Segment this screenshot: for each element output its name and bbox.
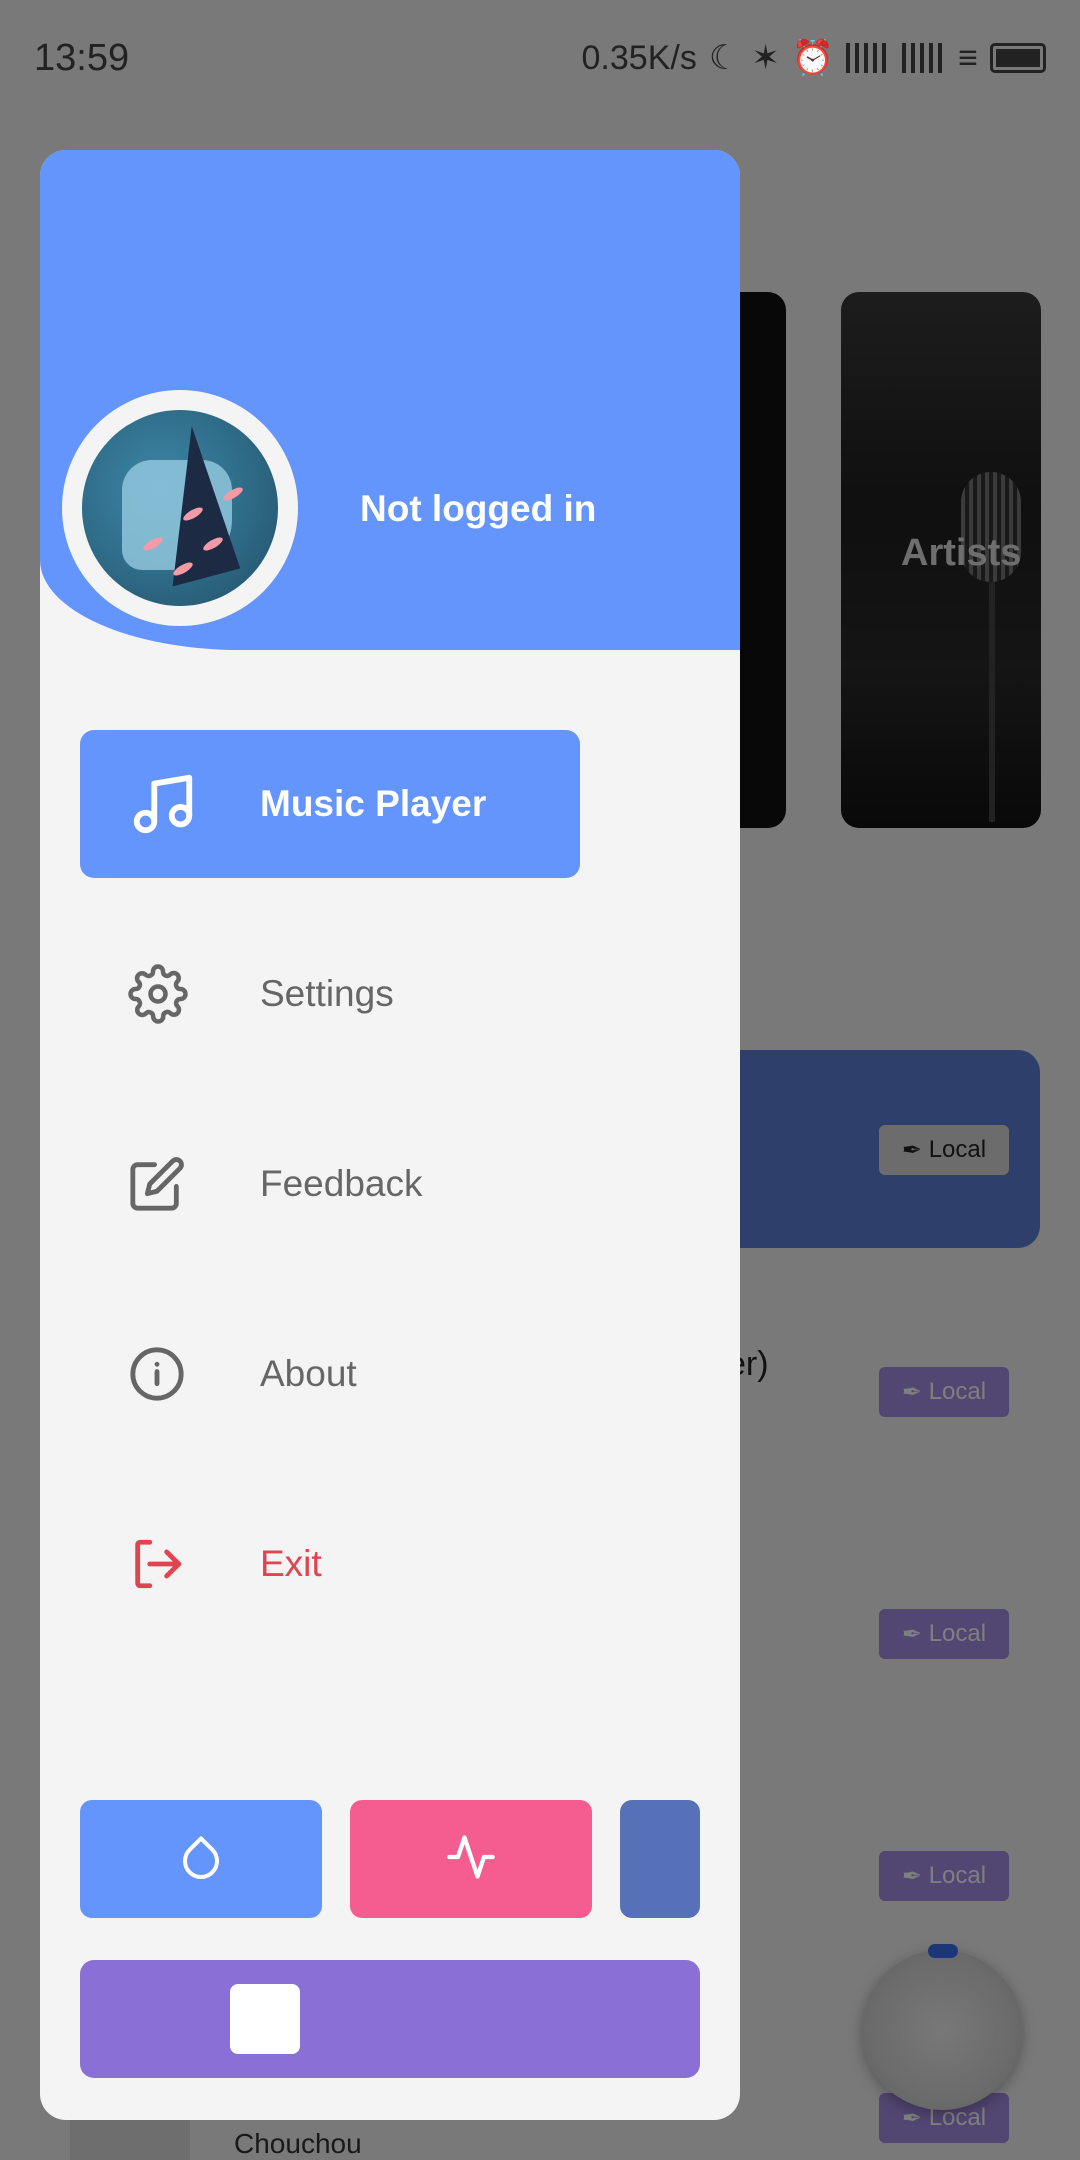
menu-item-label: Exit [260, 1543, 322, 1584]
status-time: 13:59 [34, 36, 130, 79]
theme-blue-button[interactable] [80, 1800, 322, 1918]
signal-icon [846, 43, 891, 73]
navigation-drawer: Not logged in Music Player Settings Feed… [40, 150, 740, 2120]
pulse-icon [445, 1831, 497, 1888]
logout-icon [128, 1535, 234, 1593]
gear-icon [128, 964, 234, 1024]
bluetooth-icon: ✶ [751, 39, 780, 77]
menu-item-exit[interactable]: Exit [80, 1490, 580, 1638]
menu-item-label: About [260, 1353, 357, 1394]
avatar[interactable] [82, 410, 278, 606]
menu-item-label: Feedback [260, 1163, 423, 1204]
menu-item-label: Music Player [260, 783, 487, 824]
status-bar: 13:59 0.35K/s ☾ ✶ ⏰ ≡ [0, 0, 1080, 116]
network-speed: 0.35K/s [581, 38, 697, 77]
theme-navy-button[interactable] [620, 1800, 700, 1918]
square-icon [230, 1984, 300, 2054]
menu-item-about[interactable]: About [80, 1300, 580, 1448]
alarm-icon: ⏰ [791, 39, 835, 77]
info-icon [128, 1345, 234, 1403]
music-note-icon [128, 769, 234, 839]
theme-purple-button[interactable] [80, 1960, 700, 2078]
wifi-icon: ≡ [958, 38, 978, 77]
moon-icon: ☾ [708, 39, 740, 77]
menu-item-music-player[interactable]: Music Player [80, 730, 580, 878]
login-status[interactable]: Not logged in [360, 488, 596, 530]
menu-item-settings[interactable]: Settings [80, 920, 580, 1068]
theme-pink-button[interactable] [350, 1800, 592, 1918]
droplet-icon [177, 1833, 225, 1886]
menu-item-feedback[interactable]: Feedback [80, 1110, 580, 1258]
signal-icon [902, 43, 947, 73]
menu-item-label: Settings [260, 973, 394, 1014]
edit-icon [128, 1155, 234, 1213]
battery-icon [990, 43, 1046, 73]
